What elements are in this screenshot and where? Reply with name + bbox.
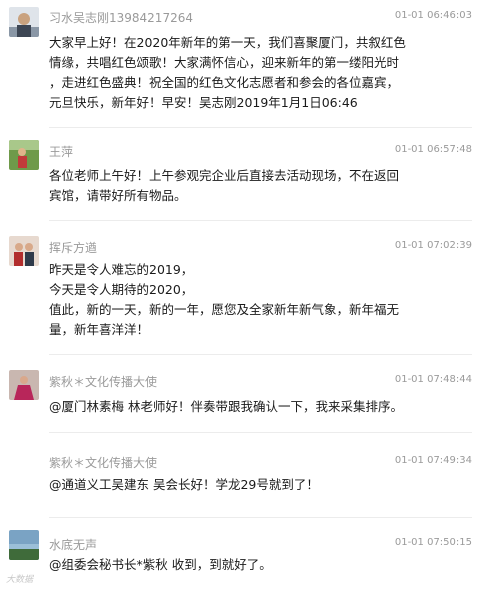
- message-line: 值此，新的一天，新的一年，愿您及全家新年新气象，新年福无: [49, 302, 400, 317]
- sender-name[interactable]: 习水吴志刚13984217264: [49, 9, 193, 26]
- message-time: 01-01 06:57:48: [394, 144, 472, 155]
- message-line: 各位老师上午好！上午参观完企业后直接去活动现场，不在返回: [49, 168, 400, 183]
- message-text: 昨天是令人难忘的2019， 今天是令人期待的2020， 值此，新的一天，新的一年…: [49, 260, 474, 340]
- avatar[interactable]: [9, 530, 39, 560]
- message-line: 昨天是令人难忘的2019，: [49, 262, 194, 277]
- divider: [49, 517, 472, 518]
- message-line: 量，新年喜洋洋！: [49, 322, 150, 337]
- avatar[interactable]: [9, 236, 39, 266]
- message-time: 01-01 07:49:34: [394, 455, 472, 466]
- message-line: @厦门林素梅 林老师好！伴奏带跟我确认一下，我来采集排序。: [49, 399, 403, 414]
- message-time: 01-01 06:46:03: [394, 10, 472, 21]
- message-line: 大家早上好！在2020年新年的第一天，我们喜聚厦门，共叙红色: [49, 35, 406, 50]
- divider: [49, 127, 472, 128]
- message-text: @通道义工吴建东 吴会长好！学龙29号就到了！: [49, 475, 474, 495]
- user-photo-icon: [9, 7, 39, 37]
- watermark: 大数据: [6, 575, 34, 585]
- sender-name[interactable]: 挥斥方遒: [49, 239, 97, 256]
- message-line: @通道义工吴建东 吴会长好！学龙29号就到了！: [49, 477, 319, 492]
- user-photo-icon: [9, 530, 39, 560]
- sender-name[interactable]: 王萍: [49, 143, 73, 160]
- avatar[interactable]: [9, 7, 39, 37]
- message-line: ，走进红色盛典！祝全国的红色文化志愿者和参会的各位嘉宾，: [49, 75, 400, 90]
- avatar[interactable]: [9, 140, 39, 170]
- message-time: 01-01 07:50:15: [394, 537, 472, 548]
- sender-name[interactable]: 水底无声: [49, 536, 97, 553]
- message-line: 宾馆，请带好所有物品。: [49, 188, 187, 203]
- message-text: @组委会秘书长*紫秋 收到，到就好了。: [49, 555, 474, 575]
- message-time: 01-01 07:02:39: [394, 240, 472, 251]
- user-photo-icon: [9, 370, 39, 400]
- message-text: 各位老师上午好！上午参观完企业后直接去活动现场，不在返回 宾馆，请带好所有物品。: [49, 166, 474, 206]
- message-time: 01-01 07:48:44: [394, 374, 472, 385]
- sender-name[interactable]: 紫秋＊文化传播大使: [49, 373, 157, 390]
- divider: [49, 220, 472, 221]
- sender-name[interactable]: 紫秋＊文化传播大使: [49, 454, 157, 471]
- message-line: 今天是令人期待的2020，: [49, 282, 194, 297]
- message-line: @组委会秘书长*紫秋 收到，到就好了。: [49, 557, 272, 572]
- message-text: 大家早上好！在2020年新年的第一天，我们喜聚厦门，共叙红色 情缘，共唱红色颂歌…: [49, 33, 474, 113]
- avatar[interactable]: [9, 370, 39, 400]
- message-line: 情缘，共唱红色颂歌！大家满怀信心，迎来新年的第一缕阳光时: [49, 55, 400, 70]
- divider: [49, 432, 472, 433]
- message-text: @厦门林素梅 林老师好！伴奏带跟我确认一下，我来采集排序。: [49, 397, 474, 417]
- message-line: 元旦快乐，新年好！早安！吴志刚2019年1月1日06:46: [49, 95, 358, 110]
- user-photo-icon: [9, 236, 39, 266]
- user-photo-icon: [9, 140, 39, 170]
- divider: [49, 354, 472, 355]
